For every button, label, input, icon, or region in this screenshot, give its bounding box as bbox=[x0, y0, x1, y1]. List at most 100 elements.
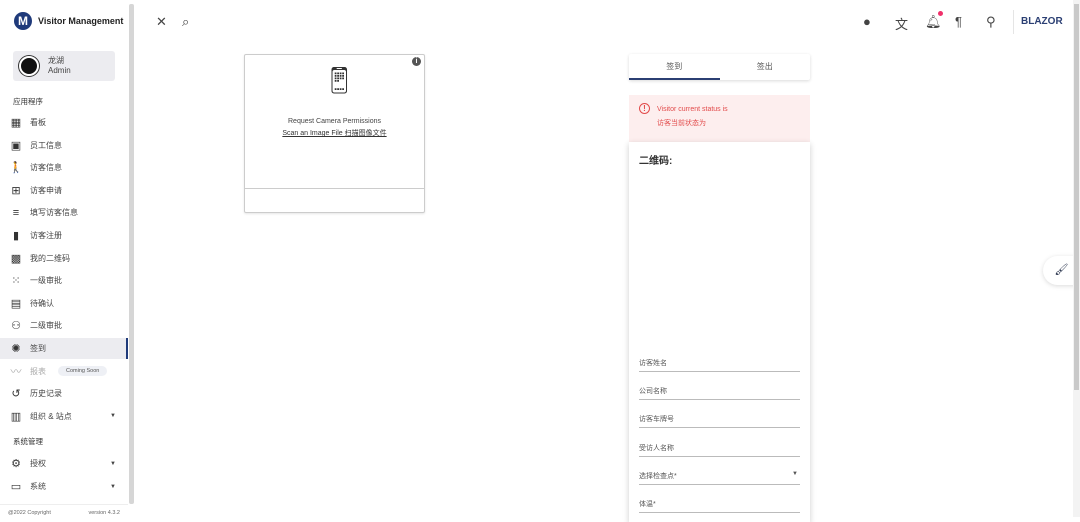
sidebar-item[interactable]: ↺ 历史记录 bbox=[0, 383, 128, 404]
section-apps: 应用程序 bbox=[13, 97, 43, 106]
form-field[interactable]: 体温* bbox=[639, 499, 800, 513]
alert-line1: Visitor current status is bbox=[657, 106, 728, 113]
info-icon[interactable]: i bbox=[412, 57, 421, 66]
sidebar-item[interactable]: ▭ 系统 ▼ bbox=[0, 476, 128, 497]
logo-icon: M bbox=[14, 12, 32, 30]
manage-accounts-icon: ⚙ bbox=[11, 458, 21, 470]
tab-checkout[interactable]: 签出 bbox=[720, 54, 811, 80]
sidebar-item[interactable]: ⊞ 访客申请 bbox=[0, 180, 128, 201]
form-field[interactable]: 选择检查点* ▼ bbox=[639, 471, 800, 485]
person-walking-icon: 🚶 bbox=[9, 162, 23, 175]
phone-scan-icon: 📱︎ bbox=[323, 65, 357, 95]
chevron-down-icon: ▼ bbox=[110, 483, 116, 490]
sidebar-item[interactable]: ▩ 我的二维码 bbox=[0, 248, 128, 269]
top-bar: ✕ ⌕ ● 文 🔔︎ ¶ ⚲ BLAZOR bbox=[135, 0, 1073, 44]
sidebar-item-label: 填写访客信息 bbox=[30, 208, 78, 218]
field-label: 体温* bbox=[639, 501, 656, 508]
fact-check-icon: ▤ bbox=[10, 297, 22, 310]
user-name: 龙湖 bbox=[48, 56, 64, 65]
field-label: 选择检查点* bbox=[639, 472, 677, 480]
error-icon: ! bbox=[639, 103, 650, 114]
sidebar-item[interactable]: ▥ 组织 & 站点 ▼ bbox=[0, 406, 128, 427]
checkin-tabs: 签到 签出 bbox=[629, 54, 810, 80]
sidebar-item[interactable]: ▮ 访客注册 bbox=[0, 225, 128, 246]
grid-check-icon: ⁙ bbox=[11, 275, 21, 288]
sidebar-item[interactable]: ▤ 待确认 bbox=[0, 293, 128, 314]
section-system: 系统管理 bbox=[13, 437, 43, 446]
sidebar-item-label: 二级审批 bbox=[30, 321, 62, 331]
page-scrollbar-thumb[interactable] bbox=[1074, 4, 1079, 390]
coming-soon-badge: Coming Soon bbox=[58, 366, 108, 377]
request-camera-permissions[interactable]: Request Camera Permissions bbox=[245, 118, 424, 125]
github-icon[interactable]: ● bbox=[863, 14, 871, 29]
tab-checkin[interactable]: 签到 bbox=[629, 54, 720, 80]
user-role: Admin bbox=[48, 66, 71, 75]
sidebar-item-label: 访客信息 bbox=[30, 163, 62, 173]
sidebar-item-label: 系统 bbox=[30, 482, 46, 491]
form-field[interactable]: 访客车牌号 bbox=[639, 414, 800, 429]
chevron-down-icon: ▼ bbox=[110, 460, 116, 467]
badge-icon: ▣ bbox=[10, 139, 22, 152]
form-field[interactable]: 受访人名称 bbox=[639, 443, 800, 457]
brush-icon: 🖌︎ bbox=[1054, 264, 1069, 276]
field-label: 受访人名称 bbox=[639, 444, 674, 452]
app-logo[interactable]: M Visitor Management bbox=[14, 12, 123, 30]
close-icon[interactable]: ✕ bbox=[156, 14, 167, 30]
scan-image-file-link[interactable]: Scan an Image File 扫描图像文件 bbox=[245, 128, 424, 138]
edit-list-icon: ≡ bbox=[12, 206, 20, 219]
sidebar-item[interactable]: 〰报表 Coming Soon bbox=[0, 361, 128, 382]
search-icon[interactable]: ⌕ bbox=[182, 14, 189, 30]
field-label: 访客车牌号 bbox=[639, 416, 674, 424]
chevron-down-icon: ▼ bbox=[110, 413, 116, 420]
sidebar-item-label: 我的二维码 bbox=[30, 253, 70, 263]
sidebar: M Visitor Management 龙湖 Admin 应用程序 ▦ 看板 ▣ 员… bbox=[0, 0, 128, 517]
copyright: @2022 Copyright bbox=[8, 510, 51, 516]
sidebar-item-label: 历史记录 bbox=[30, 389, 62, 399]
sidebar-item-label: 访客注册 bbox=[30, 231, 62, 240]
translate-icon[interactable]: 文 bbox=[895, 14, 908, 33]
sidebar-item[interactable]: ▦ 看板 bbox=[0, 112, 128, 133]
user-icon[interactable]: ⚲ bbox=[986, 14, 996, 30]
sidebar-item-label: 授权 bbox=[30, 459, 46, 468]
chart-icon: 〰 bbox=[10, 366, 22, 379]
sidebar-item[interactable]: ⚇ 二级审批 bbox=[0, 315, 128, 336]
alert-line2: 访客当前状态为 bbox=[657, 120, 706, 127]
form-field[interactable]: 公司名称 bbox=[639, 386, 800, 401]
qr-scanner: i 📱︎ Request Camera Permissions Scan an … bbox=[244, 54, 425, 213]
divider bbox=[1013, 10, 1014, 34]
form-field[interactable]: 访客姓名 bbox=[639, 358, 800, 372]
sidebar-item-label: 签到 bbox=[30, 344, 46, 353]
sidebar-item[interactable]: ✺ 签到 bbox=[0, 338, 128, 359]
qr-title: 二维码: bbox=[639, 156, 673, 167]
avatar bbox=[19, 56, 39, 76]
bell-icon[interactable]: 🔔︎ bbox=[925, 14, 942, 30]
sidebar-scrollbar[interactable] bbox=[129, 4, 134, 504]
paragraph-direction-icon[interactable]: ¶ bbox=[955, 14, 962, 29]
field-label: 访客姓名 bbox=[639, 360, 667, 367]
sidebar-item-label: 组织 & 站点 bbox=[30, 411, 72, 421]
brand-label[interactable]: BLAZOR bbox=[1021, 16, 1063, 27]
sidebar-item-label: 报表 bbox=[30, 366, 46, 376]
sidebar-item-label: 访客申请 bbox=[30, 185, 62, 195]
sidebar-item-label: 看板 bbox=[30, 118, 46, 127]
people-icon: ⚇ bbox=[11, 320, 21, 333]
devices-icon: ▭ bbox=[10, 481, 22, 493]
sidebar-item[interactable]: ≡ 填写访客信息 bbox=[0, 202, 128, 223]
building-icon: ▥ bbox=[10, 410, 22, 423]
status-alert: ! Visitor current status is 访客当前状态为 bbox=[629, 95, 810, 145]
sidebar-item-label: 待确认 bbox=[30, 298, 54, 308]
sidebar-item-label: 员工信息 bbox=[30, 140, 62, 150]
sidebar-footer: @2022 Copyright version 4.3.2 bbox=[0, 504, 128, 521]
notification-dot bbox=[938, 11, 943, 16]
visitor-form: 二维码: 访客姓名公司名称访客车牌号受访人名称选择检查点* ▼ 体温* bbox=[629, 142, 810, 522]
sidebar-item[interactable]: ▣ 员工信息 bbox=[0, 135, 128, 156]
note-add-icon: ⊞ bbox=[11, 184, 21, 197]
sidebar-item[interactable]: ⁙ 一级审批 bbox=[0, 270, 128, 291]
user-card[interactable]: 龙湖 Admin bbox=[13, 51, 115, 81]
qr-code-icon: ▩ bbox=[10, 252, 22, 265]
sidebar-item[interactable]: ⚙ 授权 ▼ bbox=[0, 453, 128, 474]
shutter-icon: ✺ bbox=[11, 343, 21, 355]
version: version 4.3.2 bbox=[88, 510, 121, 516]
sidebar-item[interactable]: 🚶 访客信息 bbox=[0, 157, 128, 178]
dashboard-icon: ▦ bbox=[10, 117, 22, 129]
